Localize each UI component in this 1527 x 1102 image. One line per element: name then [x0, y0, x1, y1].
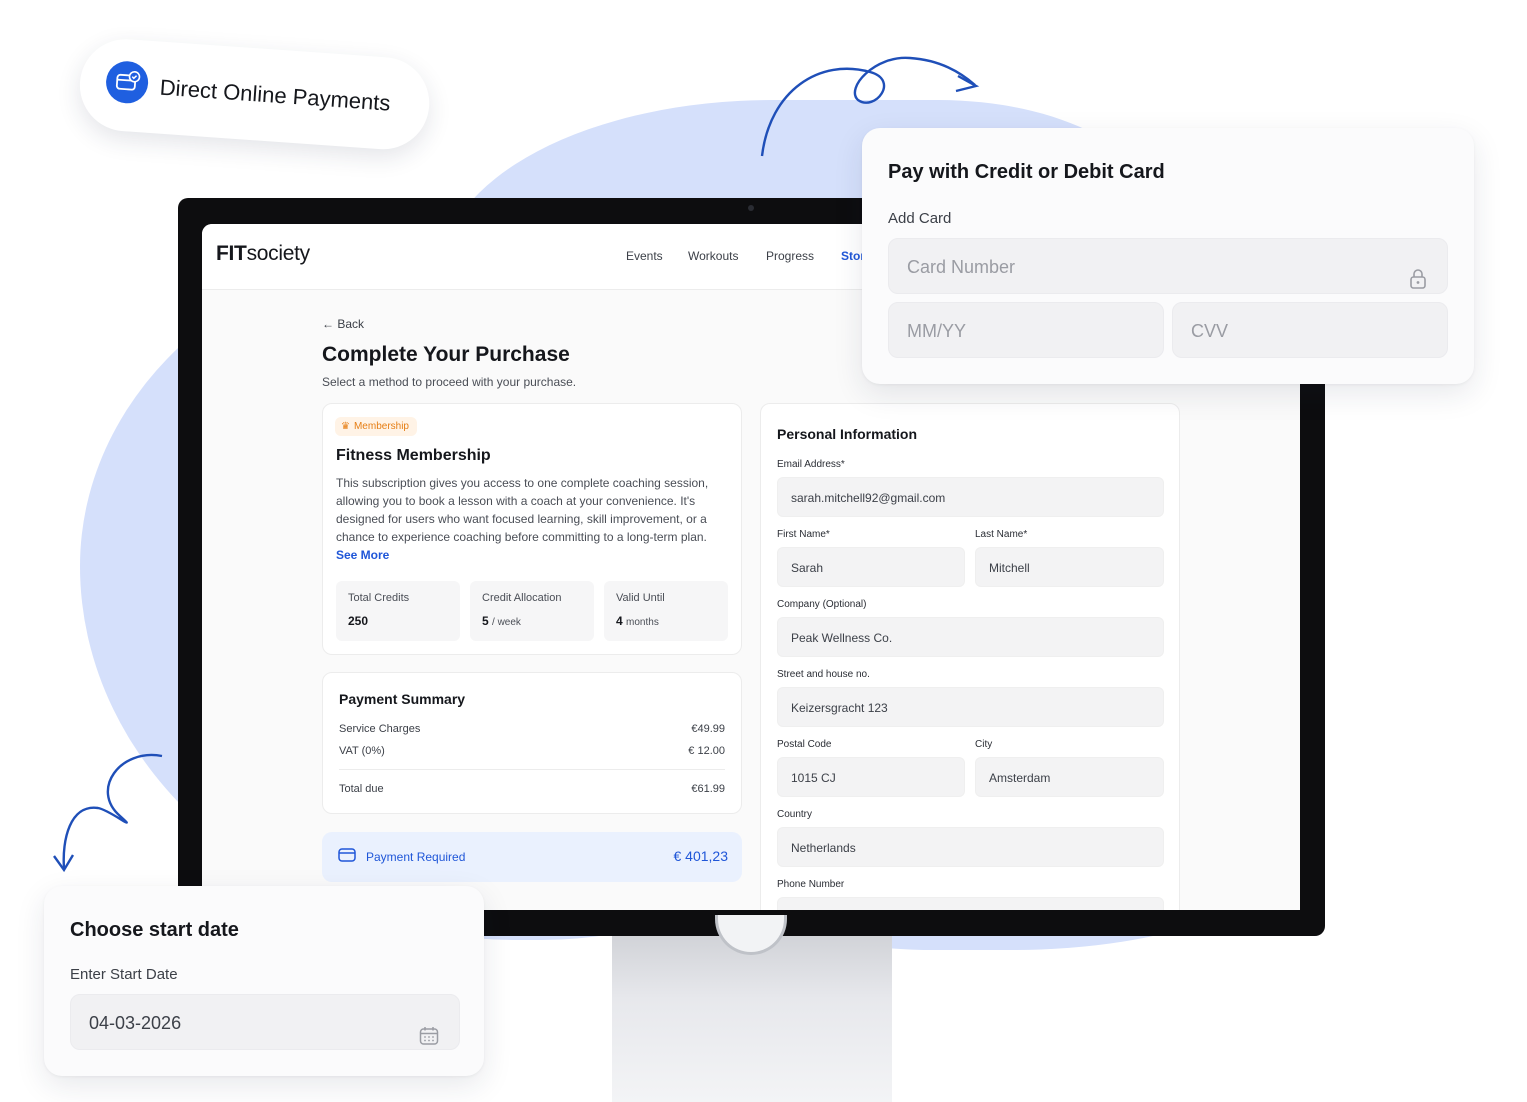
start-date-panel: Choose start date Enter Start Date 04-03… — [44, 886, 484, 1076]
nav-workouts[interactable]: Workouts — [688, 249, 738, 263]
nav-progress[interactable]: Progress — [766, 249, 814, 263]
summary-row-service: Service Charges €49.99 — [339, 723, 725, 735]
calendar-icon[interactable] — [419, 1012, 439, 1068]
monitor-stand — [612, 930, 892, 1102]
badge-label: Direct Online Payments — [158, 74, 392, 116]
start-date-label: Enter Start Date — [70, 966, 178, 983]
card-check-icon — [104, 59, 150, 105]
stat-credit-allocation: Credit Allocation 5 / week — [470, 581, 594, 641]
payment-required-banner[interactable]: Payment Required € 401,23 — [322, 832, 742, 882]
card-panel-title: Pay with Credit or Debit Card — [888, 161, 1165, 183]
membership-description: This subscription gives you access to on… — [336, 476, 709, 562]
payment-summary-title: Payment Summary — [339, 691, 466, 707]
page-title: Complete Your Purchase — [322, 343, 570, 366]
email-field[interactable]: sarah.mitchell92@gmail.com — [777, 477, 1164, 517]
see-more-link[interactable]: See More — [336, 548, 389, 562]
first-name-field[interactable]: Sarah — [777, 547, 965, 587]
membership-title: Fitness Membership — [336, 447, 491, 464]
nav-events[interactable]: Events — [626, 249, 663, 263]
personal-information-card: Personal Information Email Address* sara… — [760, 403, 1180, 910]
country-field[interactable]: Netherlands — [777, 827, 1164, 867]
back-link[interactable]: ← Back — [322, 317, 364, 331]
phone-field[interactable] — [777, 897, 1164, 910]
monitor-camera — [748, 205, 754, 211]
street-field[interactable]: Keizersgracht 123 — [777, 687, 1164, 727]
cvv-input[interactable]: CVV — [1172, 302, 1448, 358]
company-field[interactable]: Peak Wellness Co. — [777, 617, 1164, 657]
summary-row-vat: VAT (0%) € 12.00 — [339, 745, 725, 757]
payment-summary-card: Payment Summary Service Charges €49.99 VA… — [322, 672, 742, 814]
stat-total-credits: Total Credits 250 — [336, 581, 460, 641]
personal-info-title: Personal Information — [777, 426, 918, 442]
add-card-label: Add Card — [888, 210, 952, 227]
summary-divider — [339, 769, 725, 770]
start-date-input[interactable]: 04-03-2026 — [70, 994, 460, 1050]
card-number-input[interactable]: Card Number — [888, 238, 1448, 294]
postal-code-field[interactable]: 1015 CJ — [777, 757, 965, 797]
city-field[interactable]: Amsterdam — [975, 757, 1164, 797]
page-subtitle: Select a method to proceed with your pur… — [322, 375, 577, 389]
wallet-icon — [338, 847, 356, 868]
summary-row-total: Total due €61.99 — [339, 783, 725, 795]
direct-online-payments-badge: Direct Online Payments — [76, 36, 433, 153]
last-name-field[interactable]: Mitchell — [975, 547, 1164, 587]
curly-arrow-left-icon — [53, 753, 163, 873]
stat-valid-until: Valid Until 4 months — [604, 581, 728, 641]
start-date-title: Choose start date — [70, 919, 239, 941]
card-payment-panel: Pay with Credit or Debit Card Add Card C… — [862, 128, 1474, 384]
fitsociety-logo[interactable]: FITsociety — [216, 242, 310, 266]
membership-badge: ♛ Membership — [335, 417, 417, 436]
arrow-left-icon: ← — [322, 317, 338, 331]
crown-icon: ♛ — [341, 421, 350, 432]
expiry-input[interactable]: MM/YY — [888, 302, 1164, 358]
membership-card: ♛ Membership Fitness Membership This subs… — [322, 403, 742, 655]
